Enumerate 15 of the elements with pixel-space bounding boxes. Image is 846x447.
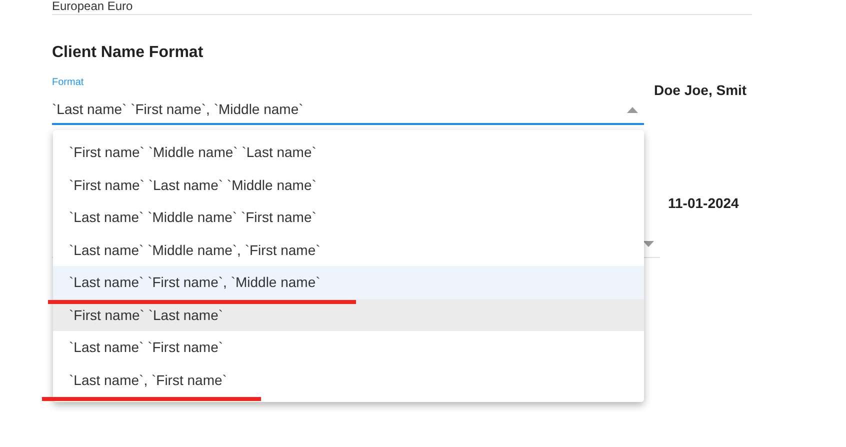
caret-icon — [643, 241, 654, 247]
menu-option[interactable]: `Last name` `Middle name`, `First name` — [53, 234, 644, 266]
format-select[interactable]: Format `Last name` `First name`, `Middle name` — [52, 77, 644, 125]
name-preview: Doe Joe, Smit — [654, 82, 747, 98]
menu-option[interactable]: `Last name`, `First name` — [53, 364, 644, 396]
menu-option[interactable]: `First name` `Last name` — [53, 298, 644, 331]
caret-icon — [627, 107, 638, 113]
menu-option[interactable]: `First name` `Last name` `Middle name` — [53, 168, 644, 201]
menu-option[interactable]: `Last name` `First name` — [53, 331, 644, 364]
menu-option[interactable]: `First name` `Middle name` `Last name` — [53, 136, 644, 168]
menu-option[interactable]: `Last name` `First name`, `Middle name` — [53, 266, 644, 298]
currency-select[interactable]: European Euro — [52, 0, 752, 15]
menu-option[interactable]: `Last name` `Middle name` `First name` — [53, 201, 644, 234]
section-heading: Client Name Format — [52, 43, 204, 63]
date-preview: 11-01-2024 — [668, 195, 739, 211]
